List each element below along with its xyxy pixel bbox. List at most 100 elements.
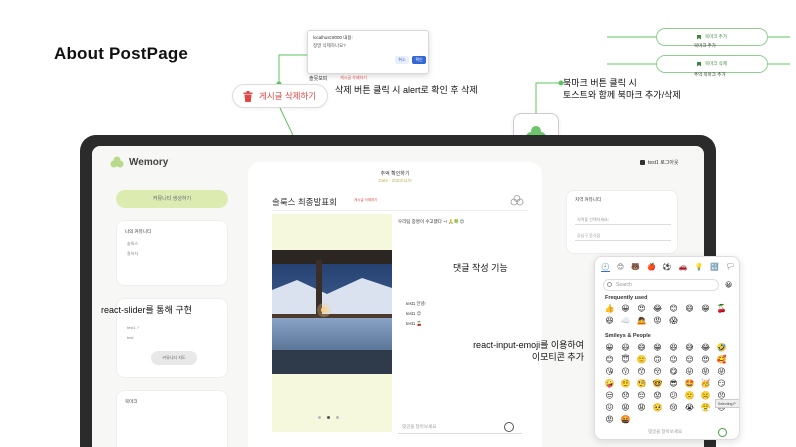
emoji-item[interactable]: 😊 — [603, 355, 616, 365]
emoji-item[interactable]: 😀 — [603, 343, 616, 353]
emoji-category-tab[interactable]: 🚗 — [679, 263, 688, 272]
emoji-item[interactable]: 🤪 — [603, 379, 616, 389]
emoji-item[interactable]: ☁️ — [619, 316, 632, 326]
emoji-item[interactable]: 😉 — [667, 355, 680, 365]
emoji-item[interactable]: 😌 — [683, 355, 696, 365]
emoji-item[interactable]: 🙁 — [683, 391, 696, 401]
emoji-category-tab[interactable]: 🍎 — [647, 263, 656, 272]
emoji-item[interactable]: 😂 — [651, 304, 664, 314]
post-delete-link[interactable]: 게시글 삭제하기 — [354, 198, 378, 203]
bookmark-icon — [697, 61, 702, 67]
emoji-smile-icon[interactable] — [718, 428, 727, 437]
emoji-item[interactable]: 😀 — [619, 304, 632, 314]
page-heading: About PostPage — [54, 44, 189, 63]
community-map-button[interactable]: 커뮤니티 지도 — [151, 351, 197, 365]
emoji-item[interactable]: 😕 — [667, 391, 680, 401]
emoji-item[interactable]: 😡 — [603, 415, 616, 425]
emoji-item[interactable]: 😱 — [667, 316, 680, 326]
emoji-item[interactable]: 😍 — [635, 304, 648, 314]
emoji-item[interactable]: 🤓 — [651, 379, 664, 389]
emoji-item[interactable]: 🤨 — [619, 379, 632, 389]
emoji-item[interactable]: 🥰 — [715, 355, 728, 365]
slider-dot-active[interactable] — [327, 416, 330, 419]
image-slider[interactable] — [272, 214, 392, 432]
emoji-category-tab[interactable]: ⚽ — [663, 263, 672, 272]
emoji-item[interactable]: 😁 — [699, 304, 712, 314]
region-select[interactable]: 지역을 선택하세요! — [575, 215, 671, 225]
emoji-item[interactable]: 😖 — [603, 403, 616, 413]
logo-clover-icon — [110, 156, 124, 168]
emoji-item[interactable]: 😙 — [635, 367, 648, 377]
emoji-item[interactable]: 😢 — [667, 403, 680, 413]
emoji-comment-input[interactable]: 댓글을 달아보세요 — [600, 426, 730, 438]
emoji-category-tab[interactable]: 😊 — [617, 263, 624, 272]
map-card-line: test — [127, 335, 134, 340]
emoji-item[interactable]: 😋 — [667, 367, 680, 377]
emoji-item[interactable]: 🥺 — [651, 403, 664, 413]
emoji-item[interactable]: 🤩 — [683, 379, 696, 389]
emoji-item[interactable]: 😔 — [635, 391, 648, 401]
emoji-category-tab[interactable]: 🏳 — [726, 263, 735, 272]
emoji-item[interactable]: 😫 — [619, 403, 632, 413]
emoji-item[interactable]: 👍 — [603, 304, 616, 314]
delete-post-button[interactable]: 게시글 삭제하기 — [232, 84, 328, 108]
emoji-item[interactable]: 😎 — [667, 379, 680, 389]
emoji-item[interactable]: 😘 — [603, 367, 616, 377]
emoji-item[interactable]: 😛 — [683, 367, 696, 377]
emoji-category-tab[interactable]: 🐻 — [631, 263, 640, 272]
emoji-category-tab[interactable]: 🔣 — [710, 263, 719, 272]
my-community-item[interactable]: 솔룩스 — [127, 241, 138, 247]
emoji-item[interactable]: ☹️ — [699, 391, 712, 401]
emoji-item[interactable]: 😡 — [651, 316, 664, 326]
emoji-item[interactable]: 😆 — [603, 316, 616, 326]
emoji-search-input[interactable]: Search — [603, 279, 719, 291]
my-community-item[interactable]: 잘하자 — [127, 251, 138, 257]
emoji-item[interactable]: 🧐 — [635, 379, 648, 389]
emoji-item[interactable]: 😏 — [715, 379, 728, 389]
emoji-item[interactable]: 😚 — [651, 367, 664, 377]
emoji-item[interactable]: 😞 — [619, 391, 632, 401]
emoji-item[interactable]: 🤬 — [619, 415, 632, 425]
emoji-item[interactable]: 😊 — [667, 304, 680, 314]
app-logo[interactable]: Wemory — [110, 156, 168, 168]
alert-ok-button[interactable]: 확인 — [412, 56, 426, 64]
annotation-delete: 삭제 버튼 클릭 시 alert로 확인 후 삭제 — [335, 85, 478, 95]
emoji-item[interactable]: 🙃 — [651, 355, 664, 365]
emoji-item[interactable]: 😁 — [651, 343, 664, 353]
emoji-item[interactable]: 😜 — [715, 367, 728, 377]
region-select-2[interactable]: 강남구 음식점 — [575, 231, 671, 241]
emoji-item[interactable]: 😗 — [619, 367, 632, 377]
emoji-item[interactable]: 😄 — [635, 343, 648, 353]
post-date: Date : 2023/11/0 — [378, 178, 412, 183]
emoji-item[interactable]: 🍒 — [715, 304, 728, 314]
post-header: 추억 확인하기 — [380, 171, 410, 177]
emoji-item[interactable]: 😂 — [699, 343, 712, 353]
emoji-item[interactable]: 😅 — [683, 343, 696, 353]
emoji-category-tab[interactable]: 🕘 — [601, 263, 610, 272]
annotation-bookmark-line1: 북마크 버튼 클릭 시 — [563, 78, 637, 88]
emoji-item[interactable]: 🥳 — [699, 379, 712, 389]
emoji-item[interactable]: 😝 — [699, 367, 712, 377]
emoji-item[interactable]: 😩 — [635, 403, 648, 413]
emoji-item[interactable]: 😃 — [619, 343, 632, 353]
emoji-item[interactable]: 😒 — [603, 391, 616, 401]
emoji-item[interactable]: 😇 — [619, 355, 632, 365]
emoji-item[interactable]: 😟 — [651, 391, 664, 401]
emoji-item[interactable]: 😤 — [699, 403, 712, 413]
emoji-item[interactable]: 🙂 — [635, 355, 648, 365]
post-bookmark-icon[interactable] — [510, 194, 524, 208]
slider-dot[interactable] — [336, 416, 339, 419]
emoji-item[interactable]: 😄 — [683, 304, 696, 314]
skin-tone-button[interactable]: 😀 — [725, 281, 732, 289]
emoji-item[interactable]: 🤣 — [715, 343, 728, 353]
emoji-item[interactable]: 😍 — [699, 355, 712, 365]
slider-dot[interactable] — [318, 416, 321, 419]
header-user[interactable]: test1 로그아웃 — [640, 159, 679, 166]
emoji-item[interactable]: 😭 — [683, 403, 696, 413]
emoji-toggle-icon[interactable] — [504, 422, 514, 432]
emoji-item[interactable]: 😆 — [667, 343, 680, 353]
create-community-button[interactable]: 커뮤니티 생성하기 — [116, 190, 228, 208]
emoji-item[interactable]: 🙇 — [635, 316, 648, 326]
alert-cancel-button[interactable]: 취소 — [395, 56, 409, 64]
emoji-category-tab[interactable]: 💡 — [694, 263, 703, 272]
